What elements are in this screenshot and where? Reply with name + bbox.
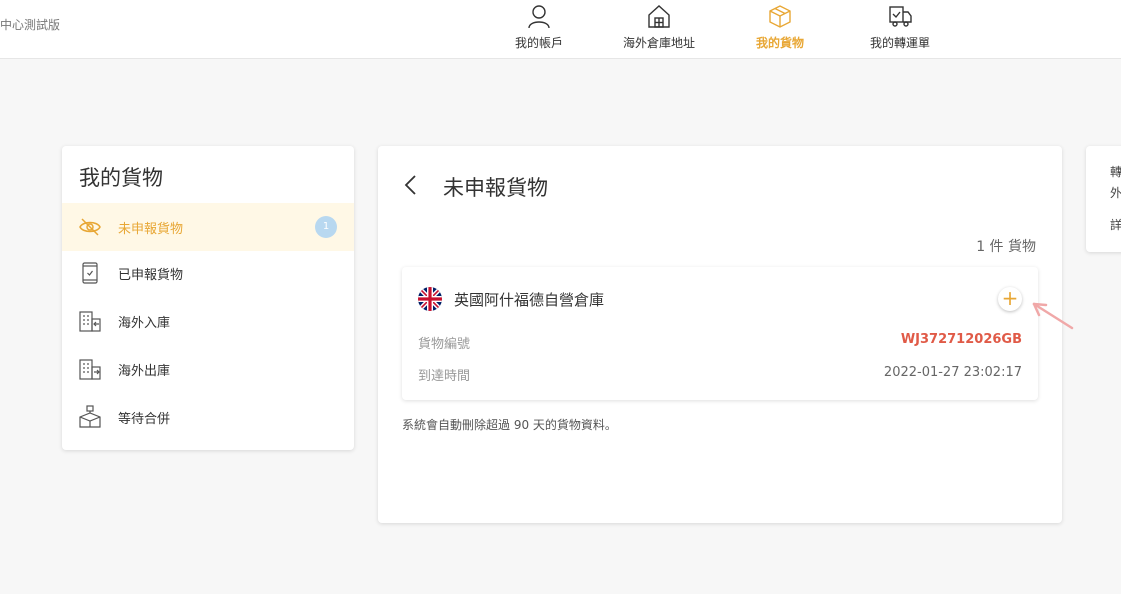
sidebar-title: 我的貨物 — [79, 166, 163, 190]
item-count: 1 件 貨物 — [976, 239, 1036, 255]
sidebar-item-overseas-inbound[interactable]: 海外入庫 — [62, 297, 354, 345]
sidebar-item-label: 已申報貨物 — [118, 267, 184, 283]
right-panel: 轉 外 詳 — [1086, 146, 1121, 252]
nav-my-goods-label: 我的貨物 — [755, 36, 804, 50]
sidebar-item-label: 等待合併 — [118, 411, 171, 427]
page-title: 未申報貨物 — [443, 176, 548, 200]
goods-card: 英國阿什福德自營倉庫 + 貨物編號 WJ372712026GB 到達時間 202… — [402, 267, 1038, 400]
retention-note: 系統會自動刪除超過 90 天的貨物資料。 — [402, 418, 617, 432]
eye-off-icon — [79, 218, 101, 236]
annotation-arrow-icon — [1032, 302, 1074, 330]
user-icon — [528, 5, 550, 29]
add-button[interactable]: + — [998, 287, 1022, 311]
nav-my-orders-label: 我的轉運單 — [869, 36, 930, 50]
phone-check-icon — [82, 262, 98, 284]
merge-box-icon — [79, 405, 101, 428]
uk-flag-icon — [418, 287, 442, 311]
building-in-icon — [79, 311, 101, 332]
tracking-number: WJ372712026GB — [900, 332, 1022, 347]
sidebar-item-label: 未申報貨物 — [118, 221, 184, 237]
right-panel-text-2: 外 — [1110, 186, 1121, 200]
sidebar-item-overseas-outbound[interactable]: 海外出庫 — [62, 345, 354, 393]
nav-my-account[interactable]: 我的帳戶 — [515, 3, 563, 55]
sidebar-item-awaiting-merge[interactable]: 等待合併 — [62, 393, 354, 441]
sidebar-item-declared[interactable]: 已申報貨物 — [62, 249, 354, 297]
sidebar-item-undeclared[interactable]: 未申報貨物 1 — [62, 203, 354, 251]
nav-overseas-warehouse[interactable]: 海外倉庫地址 — [621, 3, 697, 55]
back-arrow-icon[interactable] — [400, 174, 422, 196]
main-panel: 未申報貨物 1 件 貨物 英國阿什福德自營倉庫 + 貨物編號 WJ3727120… — [378, 146, 1062, 523]
arrival-time: 2022-01-27 23:02:17 — [883, 365, 1022, 380]
right-panel-text-1: 轉 — [1110, 165, 1121, 179]
sidebar: 我的貨物 未申報貨物 1 已申報貨物 海外入庫 海外出庫 等待合併 — [62, 146, 354, 450]
sidebar-item-label: 海外出庫 — [118, 363, 171, 379]
delivery-truck-icon — [889, 6, 912, 27]
building-out-icon — [79, 359, 101, 380]
brand-text: 中心測試版 — [0, 18, 61, 32]
warehouse-icon — [648, 5, 670, 28]
right-panel-text-3: 詳 — [1110, 218, 1121, 232]
sidebar-item-label: 海外入庫 — [118, 315, 171, 331]
count-badge: 1 — [315, 216, 337, 238]
tracking-label: 貨物編號 — [418, 337, 471, 352]
nav-my-account-label: 我的帳戶 — [515, 36, 564, 50]
arrival-label: 到達時間 — [418, 369, 471, 384]
nav-overseas-warehouse-label: 海外倉庫地址 — [622, 36, 695, 50]
warehouse-name: 英國阿什福德自營倉庫 — [454, 291, 605, 309]
package-icon — [769, 5, 791, 28]
top-bar: 中心測試版 我的帳戶 海外倉庫地址 我的貨物 我的轉運單 — [0, 0, 1121, 59]
nav-my-goods[interactable]: 我的貨物 — [755, 3, 805, 55]
nav-my-orders[interactable]: 我的轉運單 — [868, 3, 932, 55]
